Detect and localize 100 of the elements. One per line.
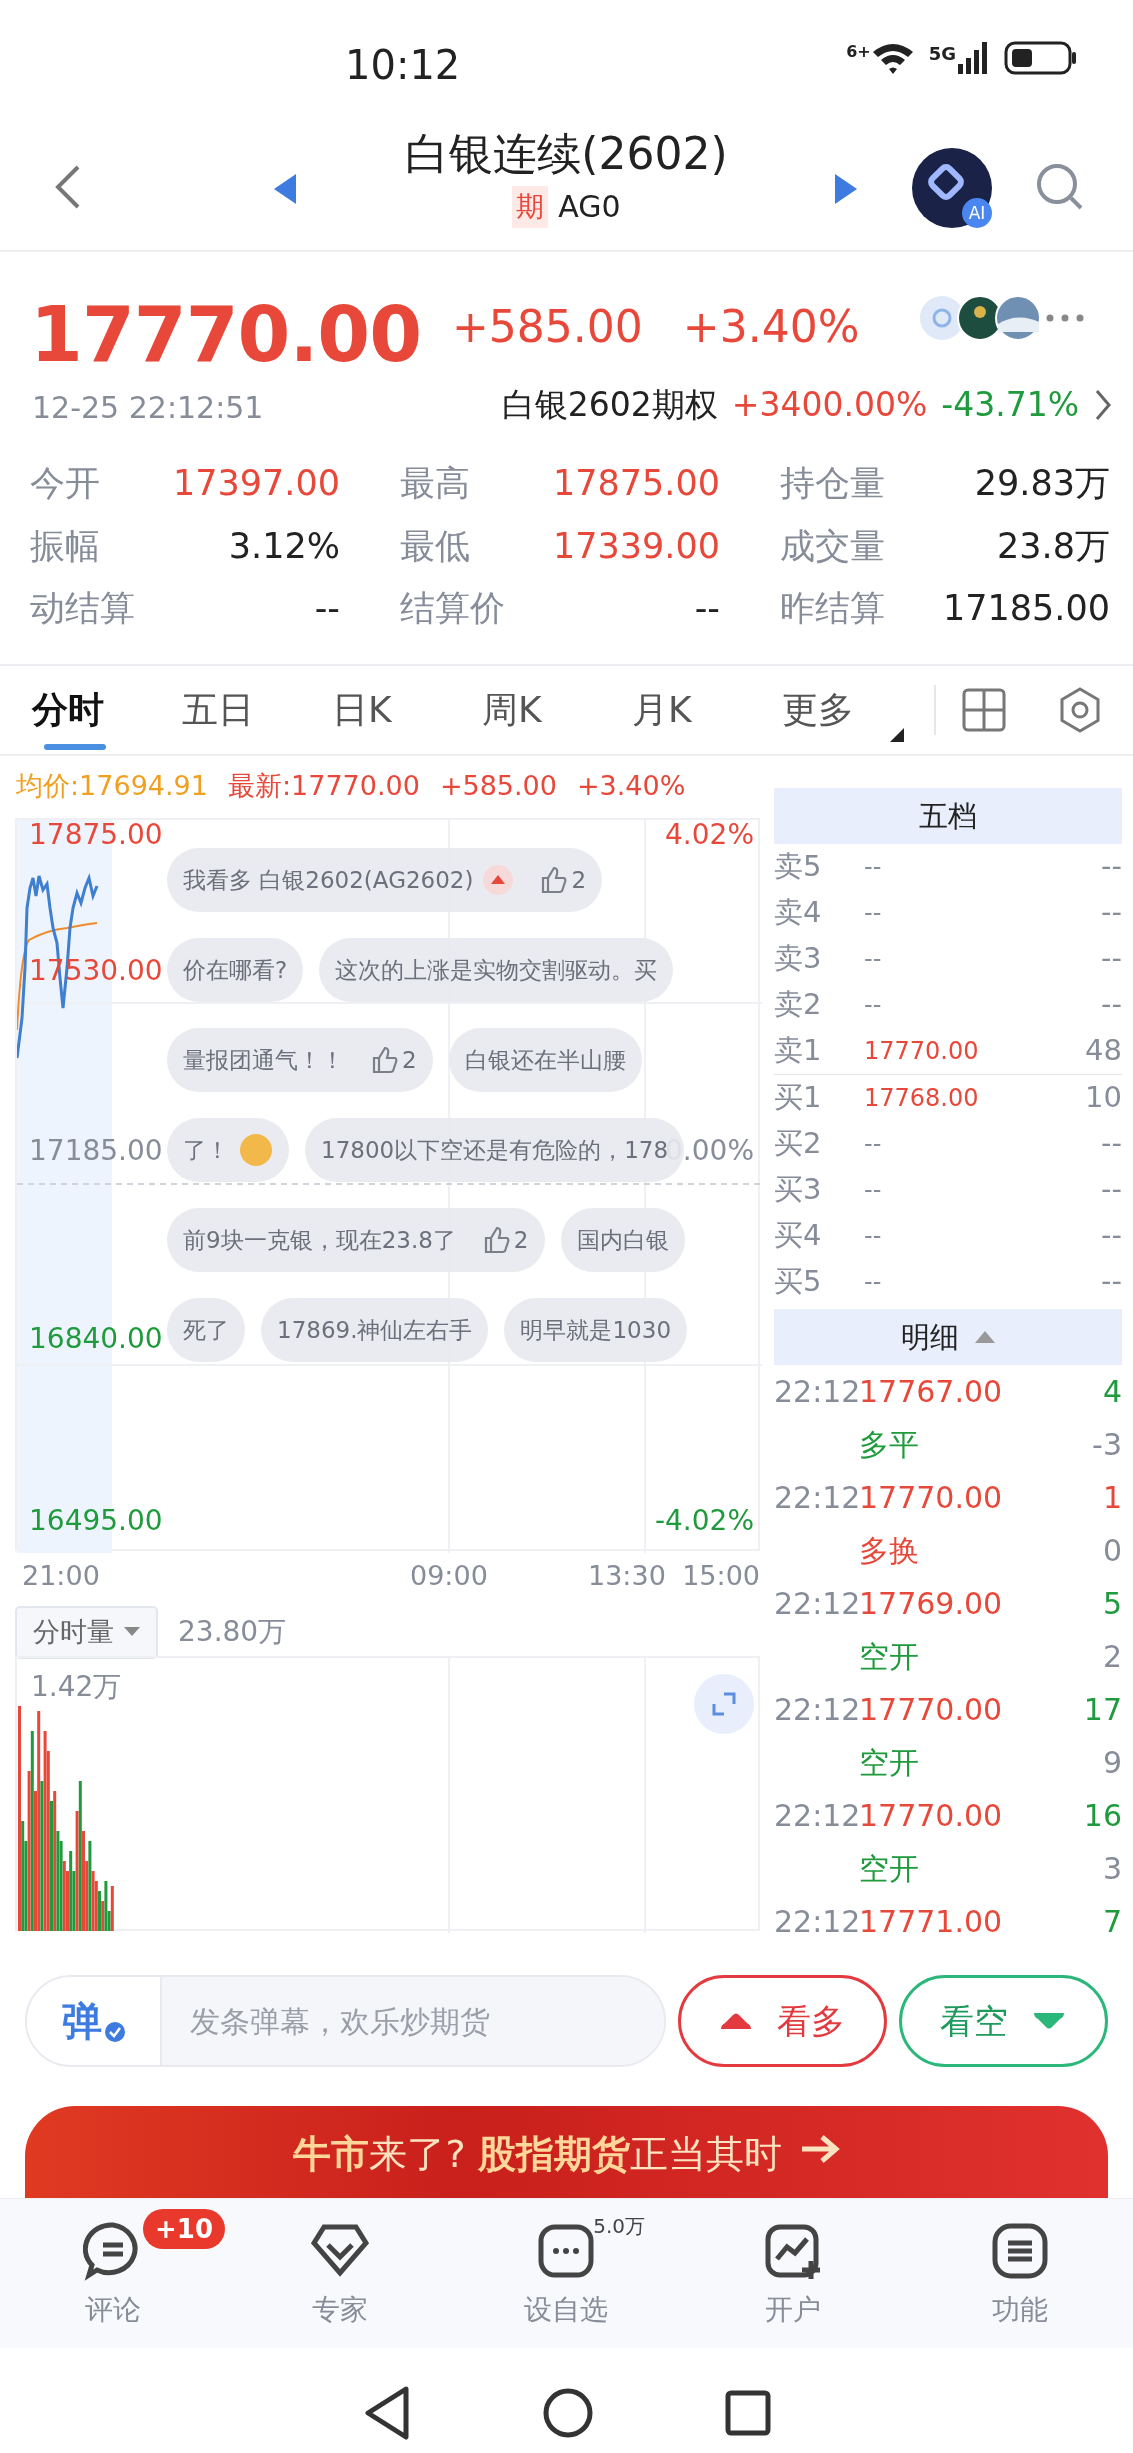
- order-level: 买1: [774, 1079, 823, 1117]
- tick-volume: 17: [1083, 1691, 1122, 1729]
- order-level: 买2: [774, 1125, 823, 1163]
- stat-label: 持仓量: [780, 462, 885, 505]
- comment-text: 我看多 白银2602(AG2602): [183, 865, 474, 895]
- bearish-button[interactable]: 看空: [898, 1975, 1108, 2067]
- more-icon[interactable]: [1045, 312, 1085, 324]
- stat-label: 动结算: [30, 587, 135, 630]
- tick-price: 17769.00: [859, 1585, 1004, 1623]
- price-axis-label: 16495.00: [29, 1504, 163, 1538]
- chart-tab[interactable]: 分时: [14, 666, 164, 754]
- grid-icon[interactable]: [962, 688, 1006, 732]
- recent-apps-icon[interactable]: [723, 2389, 772, 2437]
- order-level: 买5: [774, 1263, 823, 1301]
- next-icon[interactable]: [833, 172, 859, 206]
- order-volume: --: [1101, 1125, 1122, 1163]
- order-level: 买3: [774, 1171, 823, 1209]
- average-price: 均价:17694.91: [16, 768, 208, 803]
- tick-time: 22:12: [774, 1903, 859, 1941]
- comment-text: 白银还在半山腰: [464, 1045, 626, 1075]
- thumbs-up-icon[interactable]: [539, 866, 568, 894]
- tick-delta: 2: [1102, 1638, 1122, 1676]
- tick-type: 空开: [859, 1744, 920, 1782]
- stat-value: 3.12%: [227, 524, 340, 568]
- stat-label: 结算价: [400, 587, 505, 630]
- tick-type: 空开: [859, 1850, 920, 1888]
- tick-type: 多平: [859, 1426, 920, 1464]
- ai-button[interactable]: AI: [912, 148, 992, 228]
- chart-tab[interactable]: 日K: [314, 666, 464, 754]
- stat-value: 17875.00: [552, 462, 720, 505]
- price-change: +585.00: [452, 300, 643, 354]
- stat-label: 最低: [400, 524, 470, 568]
- tick-volume: 7: [1102, 1903, 1122, 1941]
- bullish-button[interactable]: 看多: [677, 1975, 887, 2067]
- like-count: 2: [402, 1045, 417, 1075]
- order-level: 卖5: [774, 848, 823, 886]
- option-label[interactable]: 白银2602期权: [501, 380, 718, 430]
- order-level: 卖4: [774, 894, 823, 932]
- order-level: 卖2: [774, 986, 823, 1024]
- comment-text: 这次的上涨是实物交割驱动。买: [335, 955, 658, 985]
- ai-badge: AI: [962, 198, 992, 228]
- tick-volume: 4: [1102, 1373, 1122, 1411]
- price-axis-label: 17185.00: [29, 1134, 163, 1168]
- like-count: 2: [513, 1225, 529, 1255]
- tick-time: 22:12: [774, 1479, 859, 1517]
- thumbs-up-icon[interactable]: [370, 1046, 398, 1074]
- order-price: --: [864, 898, 883, 929]
- search-icon[interactable]: [1035, 162, 1085, 212]
- tick-delta: 0: [1102, 1532, 1122, 1570]
- stat-value: 17339.00: [552, 524, 720, 568]
- chart-tab[interactable]: 月K: [614, 666, 764, 754]
- corner-icon: [890, 728, 904, 742]
- order-volume: --: [1101, 894, 1122, 932]
- comment-text: 明早就是1030: [520, 1315, 672, 1345]
- time-axis-label: 21:00: [22, 1559, 100, 1593]
- comment-field[interactable]: 弹 发条弹幕，欢乐炒期货: [25, 1975, 666, 2067]
- tick-volume: 5: [1102, 1585, 1122, 1623]
- page-title: 白银连续(2602): [405, 127, 728, 181]
- chart-tab[interactable]: 五日: [164, 666, 314, 754]
- order-price: --: [864, 990, 883, 1021]
- time-axis-label: 15:00: [682, 1559, 760, 1593]
- up-icon: [719, 2011, 754, 2031]
- futures-tag: 期: [512, 185, 549, 228]
- volume-selector[interactable]: 分时量: [15, 1606, 158, 1659]
- network-label: 5G: [928, 42, 956, 66]
- previous-icon[interactable]: [272, 172, 298, 206]
- order-price: --: [864, 1267, 883, 1298]
- order-level: 卖1: [774, 1032, 823, 1070]
- stat-label: 今开: [30, 462, 100, 505]
- volume-max-label: 1.42万: [31, 1669, 122, 1705]
- tick-time: 22:12: [774, 1797, 859, 1835]
- order-volume: --: [1101, 848, 1122, 886]
- order-price: --: [864, 1221, 883, 1252]
- tick-price: 17770.00: [859, 1479, 1004, 1517]
- banner-text: 牛市来了? 股指期货正当其时: [293, 2131, 782, 2178]
- stat-value: 29.83万: [973, 462, 1110, 505]
- tick-price: 17771.00: [859, 1903, 1004, 1941]
- tick-time: 22:12: [774, 1691, 859, 1729]
- signal-icon: [956, 40, 990, 76]
- order-volume: 10: [1085, 1079, 1122, 1117]
- chart-tab[interactable]: 周K: [464, 666, 614, 754]
- order-price: --: [864, 1129, 883, 1160]
- comment-text: 17869.神仙左右手: [277, 1315, 473, 1345]
- comment-text: 国内白银: [576, 1225, 669, 1255]
- stat-label: 最高: [400, 462, 470, 505]
- battery-icon: [1004, 40, 1078, 76]
- detail-header[interactable]: 明细: [774, 1309, 1122, 1365]
- like-count: 2: [571, 865, 587, 895]
- contract-code: AG0: [558, 188, 621, 226]
- order-price: --: [864, 852, 883, 883]
- chart-tab[interactable]: 更多: [764, 666, 914, 754]
- percent-change: +3.40%: [577, 768, 686, 803]
- comment-text: 了！: [183, 1135, 229, 1165]
- arrow-icon: [799, 2134, 840, 2164]
- order-price: --: [864, 1175, 883, 1206]
- last-price: 17770.00: [30, 289, 422, 381]
- tick-time: 22:12: [774, 1373, 859, 1411]
- home-icon[interactable]: [541, 2387, 594, 2439]
- tick-type: 空开: [859, 1638, 920, 1676]
- danmaku-badge: 弹: [27, 1977, 162, 2065]
